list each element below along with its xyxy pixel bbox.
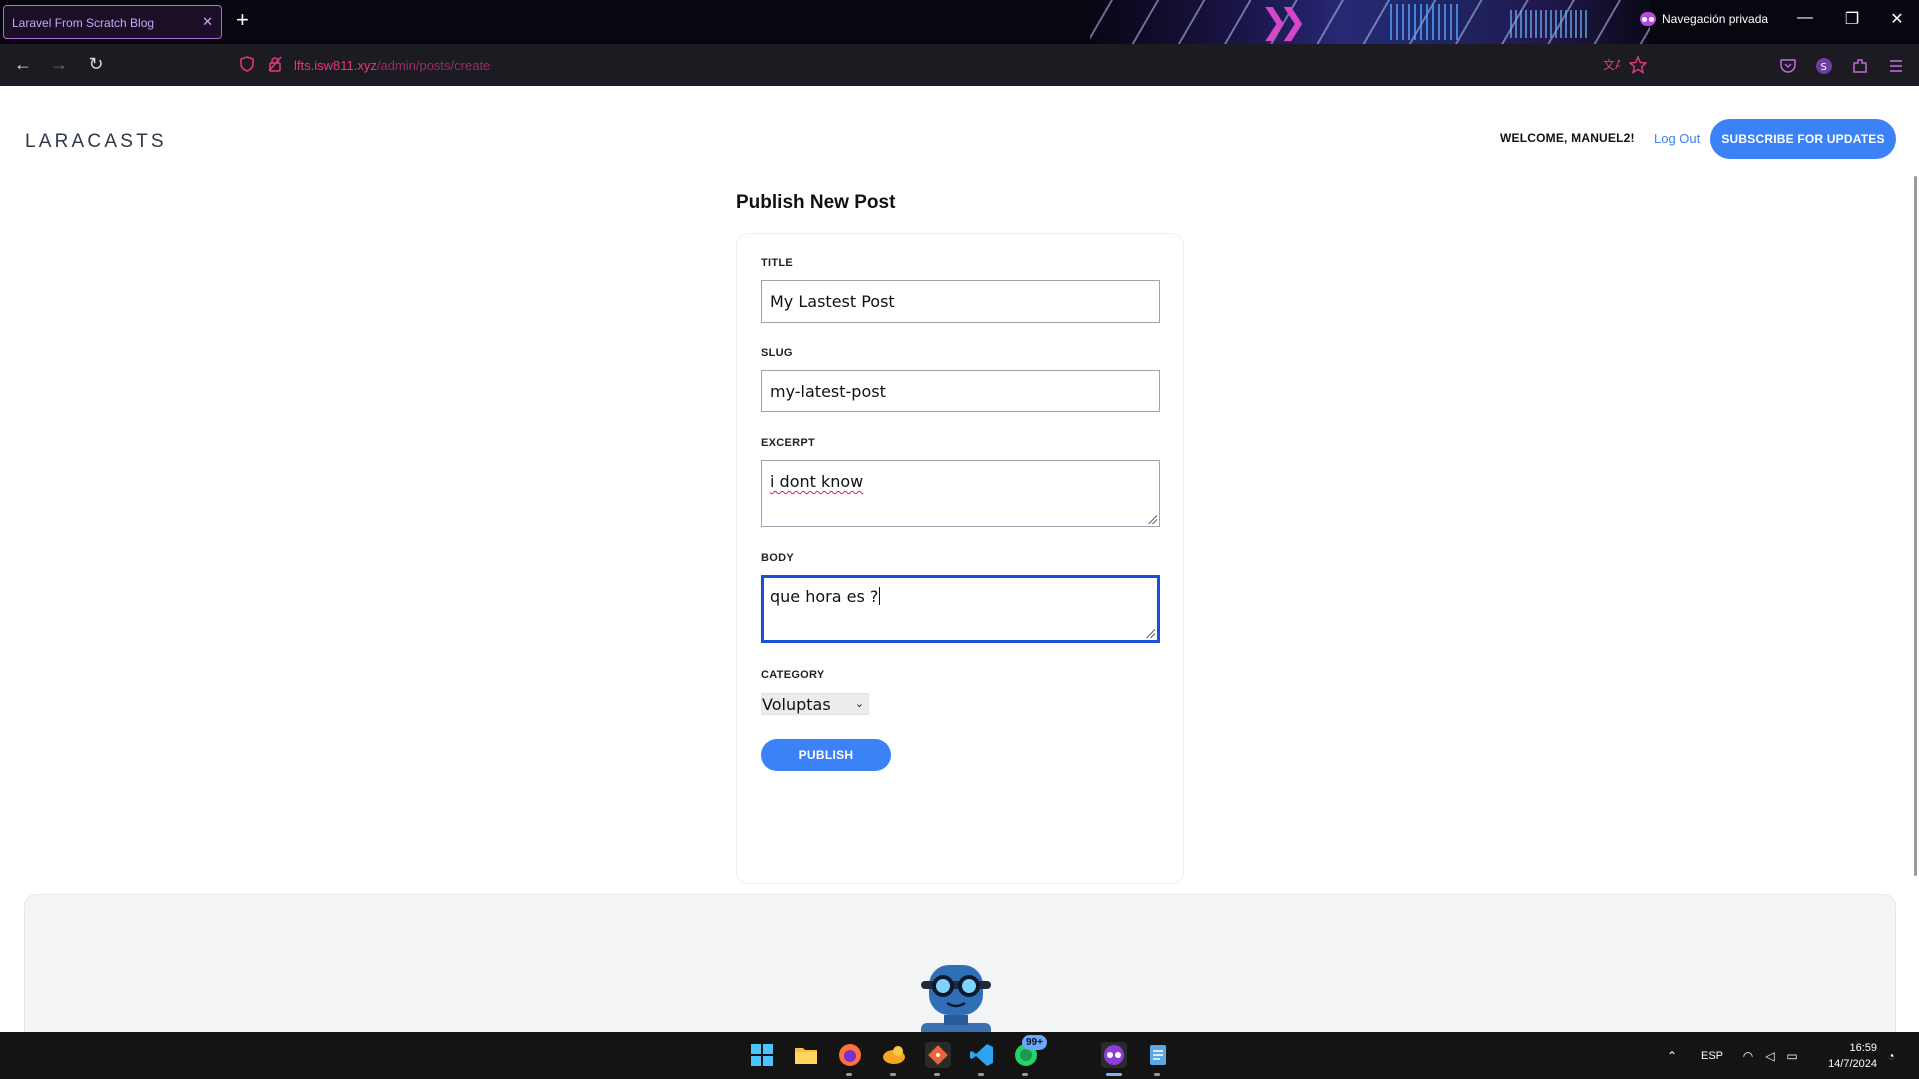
linux-terminal-icon[interactable] (881, 1042, 907, 1068)
battery-icon[interactable]: ▭ (1785, 1049, 1799, 1063)
resize-handle-icon[interactable] (1147, 514, 1157, 524)
language-indicator[interactable]: ESP (1701, 1050, 1723, 1062)
browser-tab-bar: ❯❯ Laravel From Scratch Blog ✕ + Navegac… (0, 0, 1919, 44)
theme-chevron-art: ❯❯ (1260, 2, 1307, 42)
running-indicator (890, 1073, 896, 1076)
notification-badge: 99+ (1022, 1035, 1047, 1050)
theme-bars-art-2 (1510, 10, 1590, 38)
account-icon[interactable]: S (1815, 57, 1833, 75)
git-icon[interactable] (925, 1042, 951, 1068)
title-label: TITLE (761, 257, 794, 269)
chevron-up-icon[interactable]: ⌃ (1665, 1049, 1679, 1063)
minimize-button[interactable]: — (1795, 9, 1815, 27)
os-taskbar: 99+ ⌃ ESP ◠ ◁ ▭ 16:59 14/7/2024 ◔ (0, 1032, 1919, 1079)
clock-time[interactable]: 16:59 (1835, 1042, 1877, 1054)
tab-close-icon[interactable]: ✕ (202, 14, 213, 30)
post-form: TITLE My Lastest Post SLUG my-latest-pos… (736, 233, 1184, 884)
volume-icon[interactable]: ◁ (1763, 1049, 1777, 1063)
body-textarea[interactable]: que hora es ? (761, 575, 1160, 643)
page-scrollbar[interactable] (1914, 176, 1917, 876)
lary-mascot-illustration (921, 965, 991, 1032)
category-label: CATEGORY (761, 669, 825, 681)
subscribe-button[interactable]: SUBSCRIBE FOR UPDATES (1710, 119, 1896, 159)
title-input[interactable]: My Lastest Post (761, 280, 1160, 323)
file-explorer-icon[interactable] (793, 1042, 819, 1068)
private-mask-icon (1640, 12, 1656, 26)
svg-text:文A: 文A (1603, 57, 1620, 72)
browser-nav-bar: ← → ↻ lfts.isw811.xyz/admin/posts/create… (0, 44, 1919, 86)
page-title: Publish New Post (736, 192, 896, 213)
active-app-indicator (1106, 1073, 1122, 1076)
private-browsing-indicator: Navegación privada (1640, 12, 1768, 26)
notifications-icon[interactable]: ◔ (1884, 1049, 1898, 1063)
firefox-private-icon[interactable] (1101, 1042, 1127, 1068)
windows-start-icon[interactable] (749, 1042, 775, 1068)
private-browsing-label: Navegación privada (1662, 12, 1769, 26)
clock-date[interactable]: 14/7/2024 (1818, 1058, 1877, 1070)
slug-input[interactable]: my-latest-post (761, 370, 1160, 412)
close-window-button[interactable]: ✕ (1887, 9, 1907, 29)
browser-tab-active[interactable]: Laravel From Scratch Blog ✕ (3, 5, 222, 39)
slug-label: SLUG (761, 347, 793, 359)
menu-icon[interactable] (1887, 57, 1905, 75)
resize-handle-icon[interactable] (1145, 628, 1155, 638)
extensions-icon[interactable] (1851, 57, 1869, 75)
tab-title: Laravel From Scratch Blog (12, 16, 155, 30)
excerpt-label: EXCERPT (761, 437, 816, 449)
pocket-icon[interactable] (1779, 57, 1797, 75)
shield-icon[interactable] (240, 56, 254, 72)
category-selected-value: Voluptas (762, 694, 831, 714)
lock-icon[interactable] (268, 56, 282, 72)
bookmark-star-icon[interactable] (1629, 56, 1647, 74)
restore-button[interactable]: ❐ (1842, 9, 1862, 29)
chevron-down-icon: ⌄ (854, 697, 864, 710)
running-indicator (1022, 1073, 1028, 1076)
translate-icon[interactable]: 文A (1602, 56, 1620, 74)
page-viewport: LARACASTS WELCOME, MANUEL2! Log Out SUBS… (0, 86, 1919, 1032)
excerpt-textarea-value: i dont know (770, 472, 864, 491)
theme-background-art: ❯❯ (1090, 0, 1650, 44)
body-textarea-value: que hora es ? (770, 587, 879, 606)
new-tab-button[interactable]: + (236, 9, 249, 31)
running-indicator (1154, 1073, 1160, 1076)
url-text[interactable]: lfts.isw811.xyz/admin/posts/create (294, 58, 490, 73)
body-label: BODY (761, 552, 794, 564)
excerpt-textarea[interactable]: i dont know (761, 460, 1160, 527)
running-indicator (846, 1073, 852, 1076)
slug-input-value: my-latest-post (770, 381, 886, 401)
address-bar[interactable]: lfts.isw811.xyz/admin/posts/create 文A (232, 50, 1652, 80)
back-button[interactable]: ← (12, 54, 34, 74)
firefox-icon[interactable] (837, 1042, 863, 1068)
footer-newsletter-section (24, 894, 1896, 1032)
laracasts-logo[interactable]: LARACASTS (25, 130, 190, 150)
publish-button[interactable]: PUBLISH (761, 739, 891, 771)
category-select[interactable]: Voluptas ⌄ (761, 693, 869, 715)
running-indicator (934, 1073, 940, 1076)
logout-link[interactable]: Log Out (1654, 131, 1700, 146)
url-host: lfts.isw811.xyz (294, 58, 377, 73)
svg-text:LARACASTS: LARACASTS (25, 131, 167, 150)
text-caret (879, 587, 881, 605)
running-indicator (978, 1073, 984, 1076)
forward-button[interactable]: → (48, 54, 70, 74)
reload-button[interactable]: ↻ (85, 54, 107, 74)
wifi-icon[interactable]: ◠ (1741, 1049, 1755, 1063)
svg-text:S: S (1821, 62, 1827, 73)
theme-bars-art (1390, 4, 1460, 40)
url-path: /admin/posts/create (376, 58, 491, 73)
title-input-value: My Lastest Post (770, 292, 895, 311)
welcome-message: WELCOME, MANUEL2! (1500, 131, 1635, 145)
vscode-icon[interactable] (969, 1042, 995, 1068)
notepad-icon[interactable] (1145, 1042, 1171, 1068)
